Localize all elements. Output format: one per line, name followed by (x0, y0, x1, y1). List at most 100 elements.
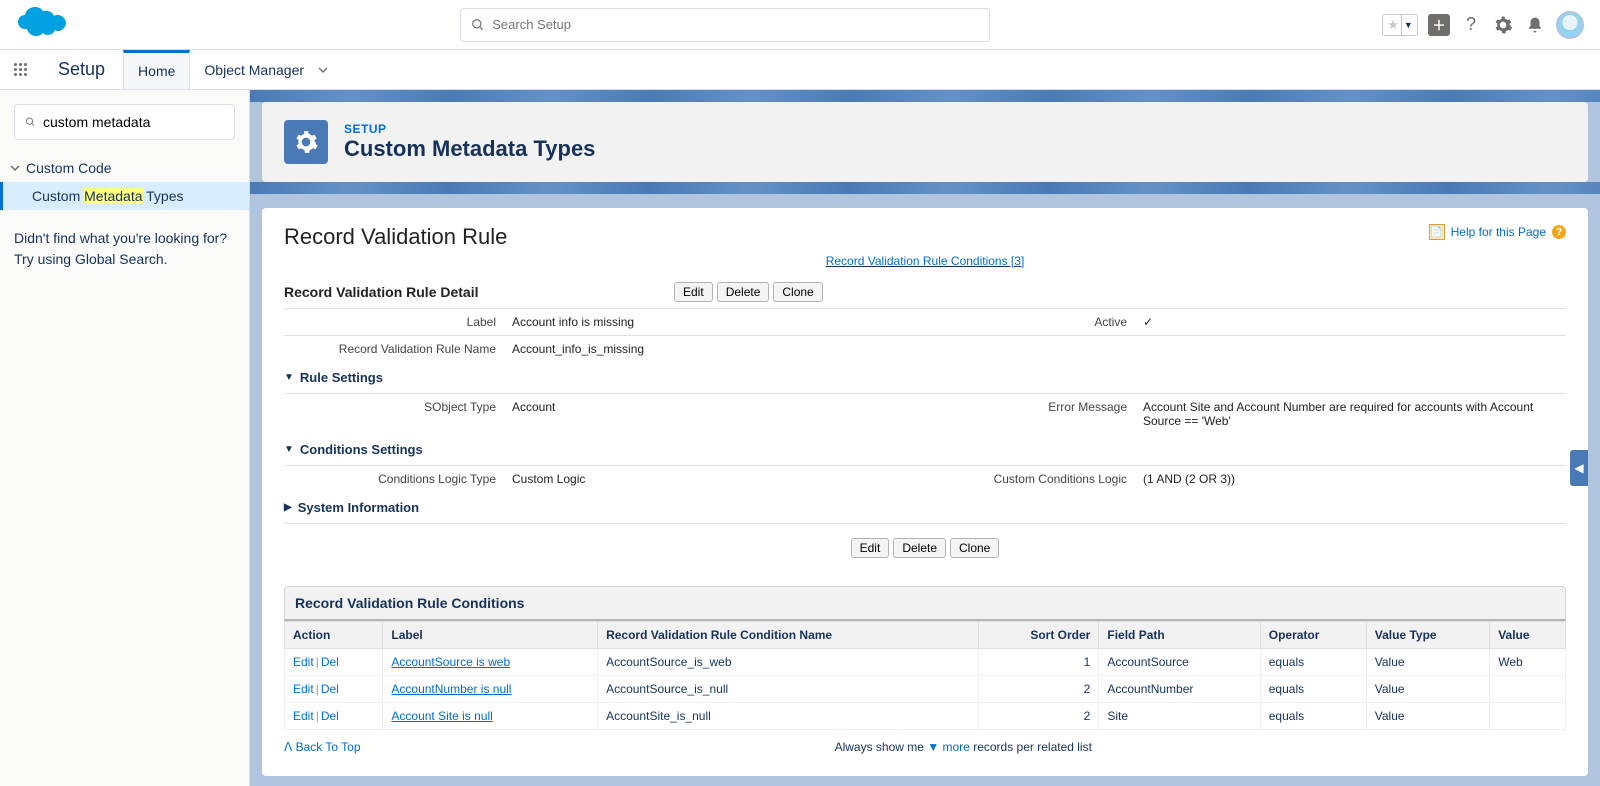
section-system-information[interactable]: ▶ System Information (284, 492, 1566, 524)
main-panel: SETUP Custom Metadata Types Record Valid… (250, 90, 1600, 786)
decor-band (250, 90, 1600, 102)
setup-gear-button[interactable] (1492, 14, 1514, 36)
help-for-page-link[interactable]: 📄 Help for this Page ? (1429, 224, 1566, 240)
conditions-table: Action Label Record Validation Rule Cond… (284, 621, 1566, 730)
star-icon: ★ (1387, 17, 1399, 33)
row-valuetype: Value (1366, 649, 1489, 676)
doc-icon: 📄 (1429, 224, 1445, 240)
chevron-left-icon: ◀ (1574, 461, 1583, 475)
gear-icon (1493, 15, 1513, 35)
col-sortorder: Sort Order (978, 622, 1099, 649)
show-more-link[interactable]: ▼ more (927, 740, 970, 754)
field-logictype-label: Conditions Logic Type (284, 466, 504, 492)
field-rulename-value: Account_info_is_missing (504, 336, 935, 362)
favorites-menu[interactable]: ★ ▼ (1382, 14, 1418, 36)
row-value (1490, 703, 1566, 730)
global-search-input[interactable] (492, 17, 979, 32)
help-button[interactable]: ? (1460, 14, 1482, 36)
row-edit-link[interactable]: Edit (293, 682, 314, 696)
row-label-link[interactable]: Account Site is null (391, 709, 492, 723)
content-card: Record Validation Rule 📄 Help for this P… (262, 208, 1588, 776)
field-rulename-label: Record Validation Rule Name (284, 336, 504, 362)
triangle-down-icon: ▼ (927, 740, 939, 754)
triangle-down-icon: ▼ (284, 444, 294, 455)
row-edit-link[interactable]: Edit (293, 655, 314, 669)
tree-category-custom-code[interactable]: Custom Code (0, 154, 249, 182)
user-avatar[interactable] (1556, 11, 1584, 39)
tab-home[interactable]: Home (123, 50, 190, 89)
row-sortorder: 2 (978, 676, 1099, 703)
delete-button[interactable]: Delete (717, 282, 770, 302)
row-name: AccountSite_is_null (598, 703, 979, 730)
edit-button[interactable]: Edit (674, 282, 713, 302)
conditions-anchor-link[interactable]: Record Validation Rule Conditions [3] (826, 254, 1025, 268)
notifications-button[interactable] (1524, 14, 1546, 36)
app-name: Setup (40, 50, 123, 89)
section-conditions-settings[interactable]: ▼ Conditions Settings (284, 434, 1566, 466)
clone-button[interactable]: Clone (773, 282, 822, 302)
row-del-link[interactable]: Del (321, 682, 339, 696)
chevron-down-icon (10, 160, 20, 176)
page-title: Record Validation Rule (284, 224, 507, 250)
col-fieldpath: Field Path (1099, 622, 1260, 649)
app-launcher[interactable] (0, 50, 40, 89)
field-customlogic-value: (1 AND (2 OR 3)) (1135, 466, 1566, 492)
quick-find-input[interactable] (43, 114, 224, 130)
row-label-link[interactable]: AccountSource is web (391, 655, 510, 669)
detail-fields: Label Account info is missing Active ✓ R… (284, 309, 1566, 362)
page-header-title: Custom Metadata Types (344, 136, 595, 162)
row-operator: equals (1260, 676, 1366, 703)
row-value: Web (1490, 649, 1566, 676)
question-icon: ? (1466, 14, 1476, 35)
triangle-down-icon: ▼ (284, 372, 294, 383)
row-edit-link[interactable]: Edit (293, 709, 314, 723)
section-rule-settings-label: Rule Settings (300, 370, 383, 385)
context-bar: Setup Home Object Manager (0, 50, 1600, 90)
row-operator: equals (1260, 703, 1366, 730)
chevron-up-icon: ᐱ (284, 740, 292, 754)
row-name: AccountSource_is_null (598, 676, 979, 703)
tab-object-manager-label: Object Manager (204, 62, 304, 78)
field-errormsg-value: Account Site and Account Number are requ… (1135, 394, 1566, 434)
row-fieldpath: Site (1099, 703, 1260, 730)
global-header: ★ ▼ ＋ ? (0, 0, 1600, 50)
search-icon (25, 115, 36, 129)
tab-object-manager[interactable]: Object Manager (190, 50, 343, 89)
field-sobject-label: SObject Type (284, 394, 504, 420)
tree-item-custom-metadata-types[interactable]: Custom Metadata Types (0, 182, 249, 210)
triangle-right-icon: ▶ (284, 502, 292, 513)
tab-home-label: Home (138, 63, 175, 79)
row-value (1490, 676, 1566, 703)
tree-category-label: Custom Code (26, 160, 112, 176)
row-del-link[interactable]: Del (321, 655, 339, 669)
field-active-label: Active (935, 309, 1135, 335)
search-icon (471, 18, 485, 32)
row-sortorder: 2 (978, 703, 1099, 730)
tree-item-label: Custom Metadata Types (32, 188, 184, 204)
row-label-link[interactable]: AccountNumber is null (391, 682, 511, 696)
delete-button-bottom[interactable]: Delete (893, 538, 946, 558)
row-fieldpath: AccountNumber (1099, 676, 1260, 703)
back-to-top-link[interactable]: ᐱ Back To Top (284, 740, 361, 754)
field-sobject-value: Account (504, 394, 935, 420)
section-rule-settings[interactable]: ▼ Rule Settings (284, 362, 1566, 394)
row-valuetype: Value (1366, 676, 1489, 703)
field-logictype-value: Custom Logic (504, 466, 935, 492)
waffle-icon (14, 63, 27, 76)
help-link-label: Help for this Page (1451, 225, 1546, 239)
edit-button-bottom[interactable]: Edit (851, 538, 890, 558)
table-row: Edit|DelAccountNumber is nullAccountSour… (285, 676, 1566, 703)
expand-panel-button[interactable]: ◀ (1570, 450, 1588, 486)
col-action: Action (285, 622, 383, 649)
clone-button-bottom[interactable]: Clone (950, 538, 999, 558)
row-del-link[interactable]: Del (321, 709, 339, 723)
row-valuetype: Value (1366, 703, 1489, 730)
check-icon: ✓ (1143, 315, 1153, 329)
salesforce-logo[interactable] (16, 5, 68, 44)
quick-find[interactable] (14, 104, 235, 140)
global-search[interactable] (460, 8, 990, 42)
field-active-value: ✓ (1135, 309, 1566, 335)
field-label-label: Label (284, 309, 504, 335)
bell-icon (1526, 16, 1544, 34)
global-create-button[interactable]: ＋ (1428, 14, 1450, 36)
